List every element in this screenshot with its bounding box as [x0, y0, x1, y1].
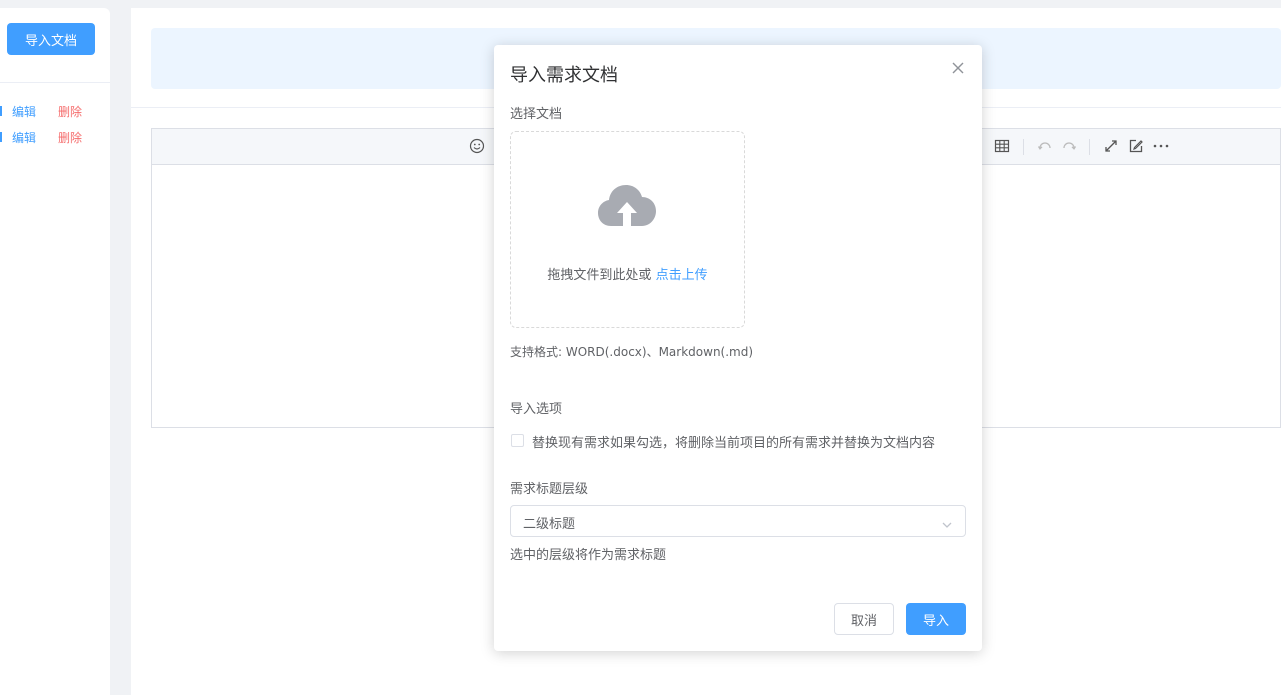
- chevron-down-icon: [941, 516, 953, 528]
- title-level-label: 需求标题层级: [510, 482, 589, 497]
- support-format-text: 支持格式: WORD(.docx)、Markdown(.md): [510, 345, 754, 359]
- replace-checkbox[interactable]: [511, 434, 524, 447]
- cancel-button[interactable]: 取消: [834, 603, 894, 635]
- select-document-label: 选择文档: [510, 107, 563, 122]
- title-level-select[interactable]: 二级标题: [510, 505, 966, 537]
- import-button[interactable]: 导入: [906, 603, 966, 635]
- click-upload-link[interactable]: 点击上传: [656, 268, 708, 283]
- import-requirement-dialog: 导入需求文档 选择文档 拖拽文件到此处或 点击上传 支持格式: WORD(.do…: [494, 45, 982, 651]
- upload-dropzone[interactable]: 拖拽文件到此处或 点击上传: [510, 131, 745, 328]
- dialog-title: 导入需求文档: [510, 65, 618, 86]
- close-icon[interactable]: [949, 59, 967, 77]
- import-options-label: 导入选项: [510, 402, 563, 417]
- upload-cloud-icon: [598, 185, 656, 226]
- select-value: 二级标题: [523, 517, 576, 532]
- replace-checkbox-label[interactable]: 替换现有需求如果勾选，将删除当前项目的所有需求并替换为文档内容: [532, 432, 935, 451]
- title-level-hint: 选中的层级将作为需求标题: [510, 548, 667, 563]
- upload-hint: 拖拽文件到此处或 点击上传: [511, 264, 744, 283]
- upload-drag-text: 拖拽文件到此处或: [547, 268, 652, 283]
